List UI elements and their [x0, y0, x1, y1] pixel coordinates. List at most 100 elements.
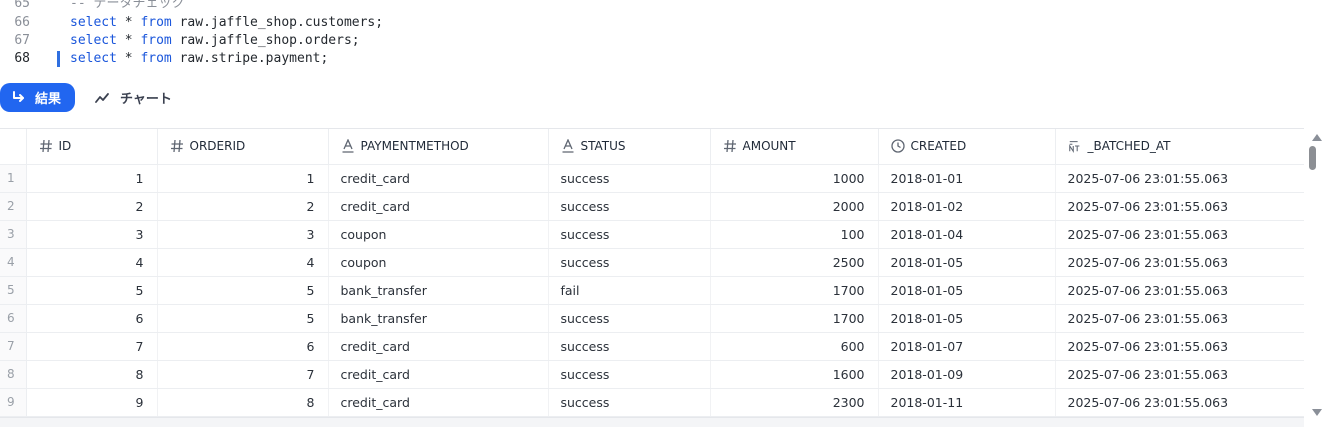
cell-status[interactable]: success: [548, 304, 711, 333]
table-row[interactable]: 5 5 5 bank_transfer fail 1700 2018-01-05 2025-0…: [0, 276, 1317, 305]
table-row[interactable]: 8 8 7 credit_card success 1600 2018-01-09 2025-…: [0, 360, 1317, 389]
table-row[interactable]: 6 6 5 bank_transfer success 1700 2018-01-05 202…: [0, 304, 1317, 333]
cell-batched-at[interactable]: 2025-07-06 23:01:55.063: [1055, 164, 1305, 193]
column-header-amount[interactable]: AMOUNT: [710, 129, 879, 165]
sql-editor[interactable]: 65 -- データチェック 66 select * from raw.jaffl…: [0, 0, 1332, 72]
cell-paymentmethod[interactable]: coupon: [328, 220, 549, 249]
cell-orderid[interactable]: 2: [157, 192, 329, 221]
cell-batched-at[interactable]: 2025-07-06 23:01:55.063: [1055, 360, 1305, 389]
column-header-created[interactable]: CREATED: [878, 129, 1056, 165]
column-header-id[interactable]: ID: [26, 129, 158, 165]
line-number: 67: [14, 33, 30, 48]
cell-batched-at[interactable]: 2025-07-06 23:01:55.063: [1055, 388, 1305, 417]
table-row[interactable]: 4 4 4 coupon success 2500 2018-01-05 2025-07-06…: [0, 248, 1317, 277]
column-header-paymentmethod[interactable]: PAYMENTMETHOD: [328, 129, 549, 165]
cell-status[interactable]: success: [548, 248, 711, 277]
line-number: 66: [14, 15, 30, 30]
cell-status[interactable]: success: [548, 360, 711, 389]
cell-batched-at[interactable]: 2025-07-06 23:01:55.063: [1055, 192, 1305, 221]
results-tab-button[interactable]: 結果: [0, 83, 75, 112]
cell-orderid[interactable]: 7: [157, 360, 329, 389]
cell-paymentmethod[interactable]: credit_card: [328, 192, 549, 221]
cell-paymentmethod[interactable]: bank_transfer: [328, 304, 549, 333]
cell-status[interactable]: fail: [548, 276, 711, 305]
cell-created[interactable]: 2018-01-05: [878, 248, 1056, 277]
scroll-down-arrow-icon[interactable]: [1312, 409, 1322, 416]
timestamp-ntz-icon: [1068, 141, 1079, 154]
cell-amount[interactable]: 1600: [710, 360, 879, 389]
vertical-scrollbar[interactable]: [1304, 128, 1332, 427]
column-header-orderid[interactable]: ORDERID: [157, 129, 329, 165]
cell-paymentmethod[interactable]: coupon: [328, 248, 549, 277]
cell-paymentmethod[interactable]: credit_card: [328, 164, 549, 193]
cell-batched-at[interactable]: 2025-07-06 23:01:55.063: [1055, 276, 1305, 305]
table-row[interactable]: 1 1 1 credit_card success 1000 2018-01-01 2025-…: [0, 164, 1317, 193]
cell-status[interactable]: success: [548, 388, 711, 417]
cell-created[interactable]: 2018-01-07: [878, 332, 1056, 361]
cell-batched-at[interactable]: 2025-07-06 23:01:55.063: [1055, 220, 1305, 249]
cell-paymentmethod[interactable]: bank_transfer: [328, 276, 549, 305]
cell-amount[interactable]: 600: [710, 332, 879, 361]
column-header-batched-at[interactable]: _BATCHED_AT: [1055, 129, 1305, 165]
cell-created[interactable]: 2018-01-02: [878, 192, 1056, 221]
table-row[interactable]: 9 9 8 credit_card success 2300 2018-01-11 2025-…: [0, 388, 1317, 417]
cell-status[interactable]: success: [548, 220, 711, 249]
sql-keyword-select: select: [70, 15, 117, 30]
table-row[interactable]: 2 2 2 credit_card success 2000 2018-01-02 2025-…: [0, 192, 1317, 221]
cell-id[interactable]: 1: [26, 164, 158, 193]
column-header-status[interactable]: STATUS: [548, 129, 711, 165]
hash-icon: [723, 140, 736, 153]
cell-amount[interactable]: 2500: [710, 248, 879, 277]
cell-paymentmethod[interactable]: credit_card: [328, 332, 549, 361]
cell-orderid[interactable]: 4: [157, 248, 329, 277]
sql-comment: -- データチェック: [70, 0, 185, 11]
cell-orderid[interactable]: 3: [157, 220, 329, 249]
chart-tab-button[interactable]: チャート: [94, 83, 172, 112]
code-line: 66 select * from raw.jaffle_shop.custome…: [0, 14, 1332, 32]
cell-created[interactable]: 2018-01-11: [878, 388, 1056, 417]
cell-id[interactable]: 5: [26, 276, 158, 305]
cell-id[interactable]: 4: [26, 248, 158, 277]
cell-id[interactable]: 7: [26, 332, 158, 361]
cell-amount[interactable]: 100: [710, 220, 879, 249]
cell-amount[interactable]: 1000: [710, 164, 879, 193]
table-row[interactable]: 3 3 3 coupon success 100 2018-01-04 2025-07-06 …: [0, 220, 1317, 249]
cell-created[interactable]: 2018-01-04: [878, 220, 1056, 249]
cell-orderid[interactable]: 1: [157, 164, 329, 193]
cell-id[interactable]: 6: [26, 304, 158, 333]
cell-batched-at[interactable]: 2025-07-06 23:01:55.063: [1055, 304, 1305, 333]
cell-created[interactable]: 2018-01-01: [878, 164, 1056, 193]
row-number: 4: [0, 248, 27, 277]
column-header-label: _BATCHED_AT: [1087, 139, 1171, 154]
cell-orderid[interactable]: 6: [157, 332, 329, 361]
scrollbar-thumb[interactable]: [1309, 146, 1316, 170]
scroll-up-arrow-icon[interactable]: [1312, 134, 1322, 141]
cell-status[interactable]: success: [548, 164, 711, 193]
cell-created[interactable]: 2018-01-09: [878, 360, 1056, 389]
cell-id[interactable]: 2: [26, 192, 158, 221]
cell-amount[interactable]: 1700: [710, 304, 879, 333]
cell-amount[interactable]: 2000: [710, 192, 879, 221]
cell-amount[interactable]: 2300: [710, 388, 879, 417]
line-chart-icon: [95, 92, 109, 103]
cell-created[interactable]: 2018-01-05: [878, 304, 1056, 333]
cell-id[interactable]: 8: [26, 360, 158, 389]
cell-paymentmethod[interactable]: credit_card: [328, 388, 549, 417]
cell-status[interactable]: success: [548, 332, 711, 361]
table-row[interactable]: 7 7 6 credit_card success 600 2018-01-07 2025-0…: [0, 332, 1317, 361]
sql-keyword-from: from: [140, 15, 172, 30]
cell-id[interactable]: 9: [26, 388, 158, 417]
cell-amount[interactable]: 1700: [710, 276, 879, 305]
cell-batched-at[interactable]: 2025-07-06 23:01:55.063: [1055, 248, 1305, 277]
cell-orderid[interactable]: 8: [157, 388, 329, 417]
cell-paymentmethod[interactable]: credit_card: [328, 360, 549, 389]
column-header-label: CREATED: [910, 139, 967, 154]
sql-statement: select * from raw.jaffle_shop.orders;: [70, 32, 360, 50]
cell-created[interactable]: 2018-01-05: [878, 276, 1056, 305]
horizontal-scrollbar[interactable]: [0, 417, 1304, 427]
cell-batched-at[interactable]: 2025-07-06 23:01:55.063: [1055, 332, 1305, 361]
cell-id[interactable]: 3: [26, 220, 158, 249]
cell-status[interactable]: success: [548, 192, 711, 221]
cell-orderid[interactable]: 5: [157, 276, 329, 305]
cell-orderid[interactable]: 5: [157, 304, 329, 333]
